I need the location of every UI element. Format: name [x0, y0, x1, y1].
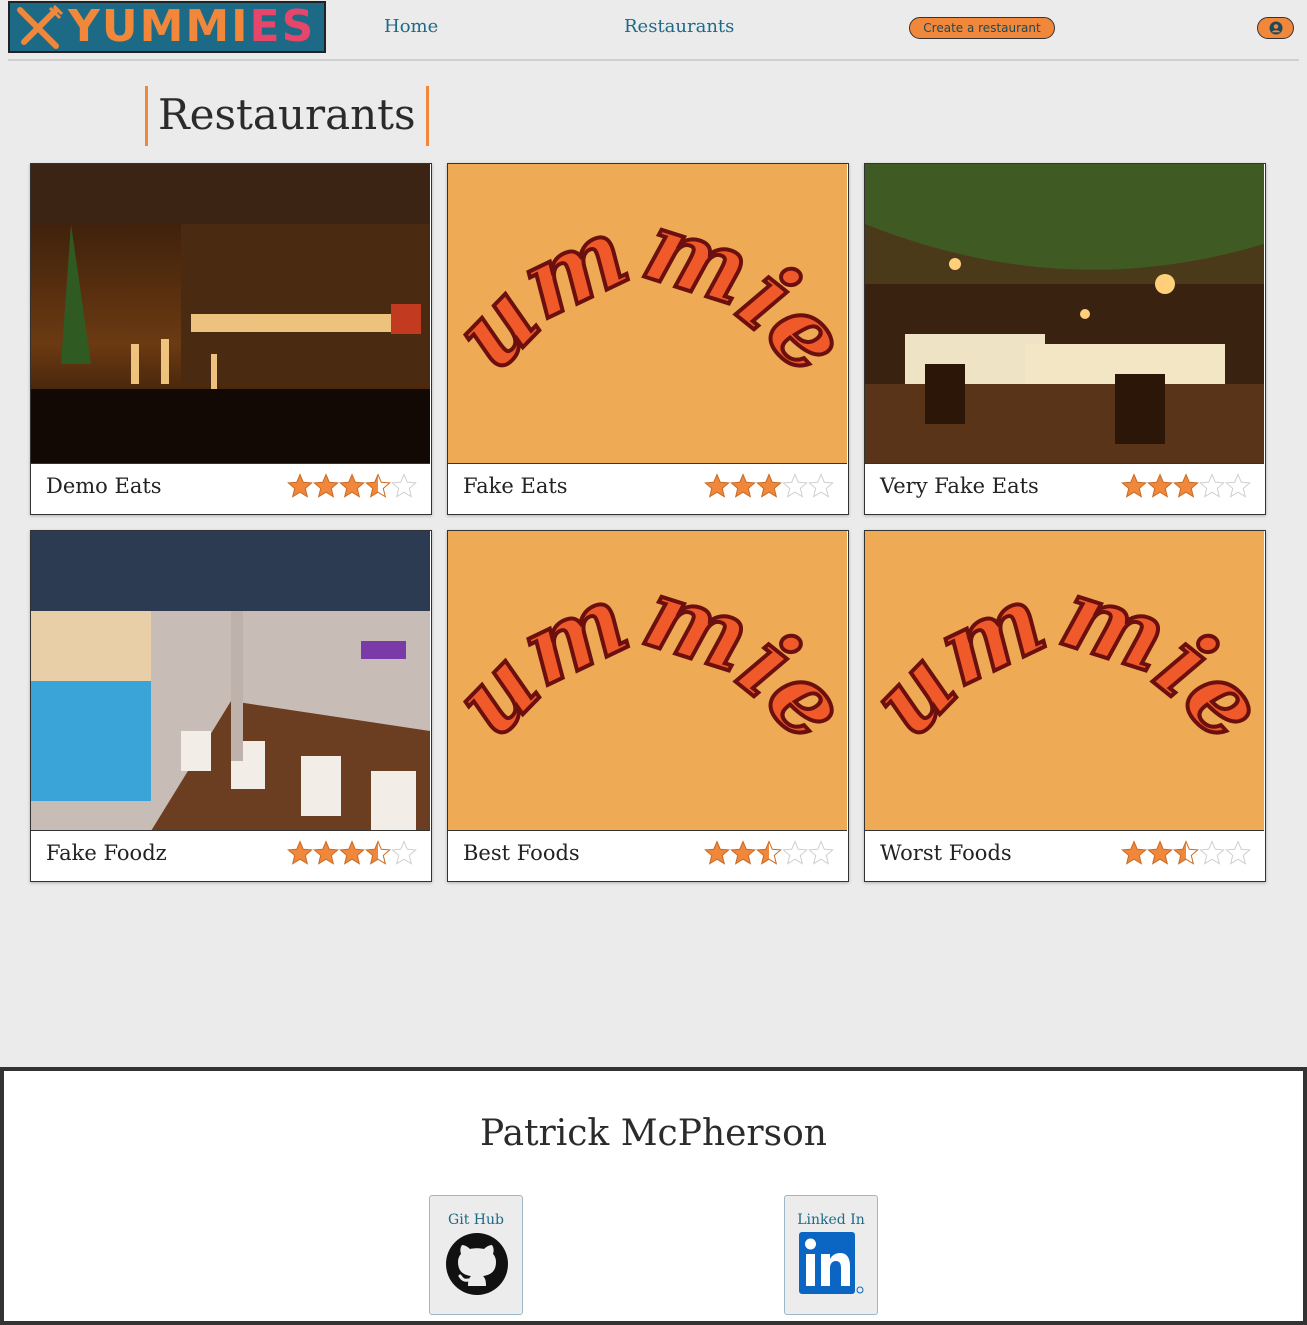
restaurant-card[interactable]: Yummies Worst Foods [864, 530, 1266, 882]
restaurant-card[interactable]: Yummies Fake Eats [447, 163, 849, 515]
restaurant-name: Fake Eats [463, 474, 568, 498]
star-icon [808, 473, 834, 498]
star-icon [1225, 473, 1251, 498]
star-icon [365, 840, 391, 865]
star-icon [782, 473, 808, 498]
star-icon [365, 473, 391, 498]
star-icon [1225, 840, 1251, 865]
linkedin-link[interactable]: Linked In [784, 1195, 878, 1315]
restaurant-image[interactable] [31, 164, 430, 464]
star-rating [1121, 473, 1251, 499]
restaurant-card[interactable]: Very Fake Eats [864, 163, 1266, 515]
star-icon [1147, 840, 1173, 865]
restaurant-image[interactable]: Yummies [448, 164, 847, 464]
star-icon [808, 840, 834, 865]
footer: Patrick McPherson Git Hub Linked In [0, 1067, 1307, 1325]
star-icon [756, 840, 782, 865]
star-icon [339, 473, 365, 498]
star-icon [730, 473, 756, 498]
logo-text: YUMMIES [68, 1, 316, 52]
star-icon [756, 473, 782, 498]
star-rating [704, 840, 834, 866]
star-rating [287, 840, 417, 866]
star-icon [730, 840, 756, 865]
star-icon [287, 840, 313, 865]
star-icon [1121, 840, 1147, 865]
fork-knife-icon [17, 4, 64, 49]
star-icon [391, 840, 417, 865]
restaurant-card[interactable]: Fake Foodz [30, 530, 432, 882]
restaurant-name: Best Foods [463, 841, 580, 865]
star-icon [1173, 473, 1199, 498]
linkedin-icon [799, 1232, 864, 1294]
author-name: Patrick McPherson [480, 1113, 827, 1154]
page-title: Restaurants [145, 86, 429, 146]
star-icon [339, 840, 365, 865]
star-icon [704, 840, 730, 865]
top-nav: YUMMIES Home Restaurants Create a restau… [0, 0, 1307, 62]
star-icon [313, 473, 339, 498]
restaurant-name: Very Fake Eats [880, 474, 1039, 498]
restaurant-name: Worst Foods [880, 841, 1012, 865]
restaurant-name: Fake Foodz [46, 841, 167, 865]
github-icon [446, 1233, 508, 1295]
star-icon [1199, 473, 1225, 498]
restaurant-image[interactable] [865, 164, 1264, 464]
header-divider [8, 59, 1299, 61]
restaurant-image[interactable] [31, 531, 430, 831]
star-icon [287, 473, 313, 498]
star-rating [704, 473, 834, 499]
nav-home[interactable]: Home [384, 16, 438, 37]
star-icon [704, 473, 730, 498]
restaurant-card[interactable]: Demo Eats [30, 163, 432, 515]
user-menu-button[interactable] [1257, 17, 1294, 39]
restaurant-card[interactable]: Yummies Best Foods [447, 530, 849, 882]
star-rating [287, 473, 417, 499]
star-icon [1121, 473, 1147, 498]
restaurant-image[interactable]: Yummies [448, 531, 847, 831]
github-label: Git Hub [448, 1212, 504, 1228]
github-link[interactable]: Git Hub [429, 1195, 523, 1315]
star-icon [391, 473, 417, 498]
star-icon [313, 840, 339, 865]
restaurant-image[interactable]: Yummies [865, 531, 1264, 831]
user-icon [1269, 21, 1282, 35]
linkedin-label: Linked In [797, 1212, 865, 1228]
star-icon [782, 840, 808, 865]
yummies-logo[interactable]: YUMMIES [8, 1, 326, 53]
nav-restaurants[interactable]: Restaurants [624, 16, 734, 37]
create-restaurant-button[interactable]: Create a restaurant [909, 17, 1055, 39]
star-icon [1199, 840, 1225, 865]
star-icon [1147, 473, 1173, 498]
star-rating [1121, 840, 1251, 866]
star-icon [1173, 840, 1199, 865]
restaurant-name: Demo Eats [46, 474, 162, 498]
